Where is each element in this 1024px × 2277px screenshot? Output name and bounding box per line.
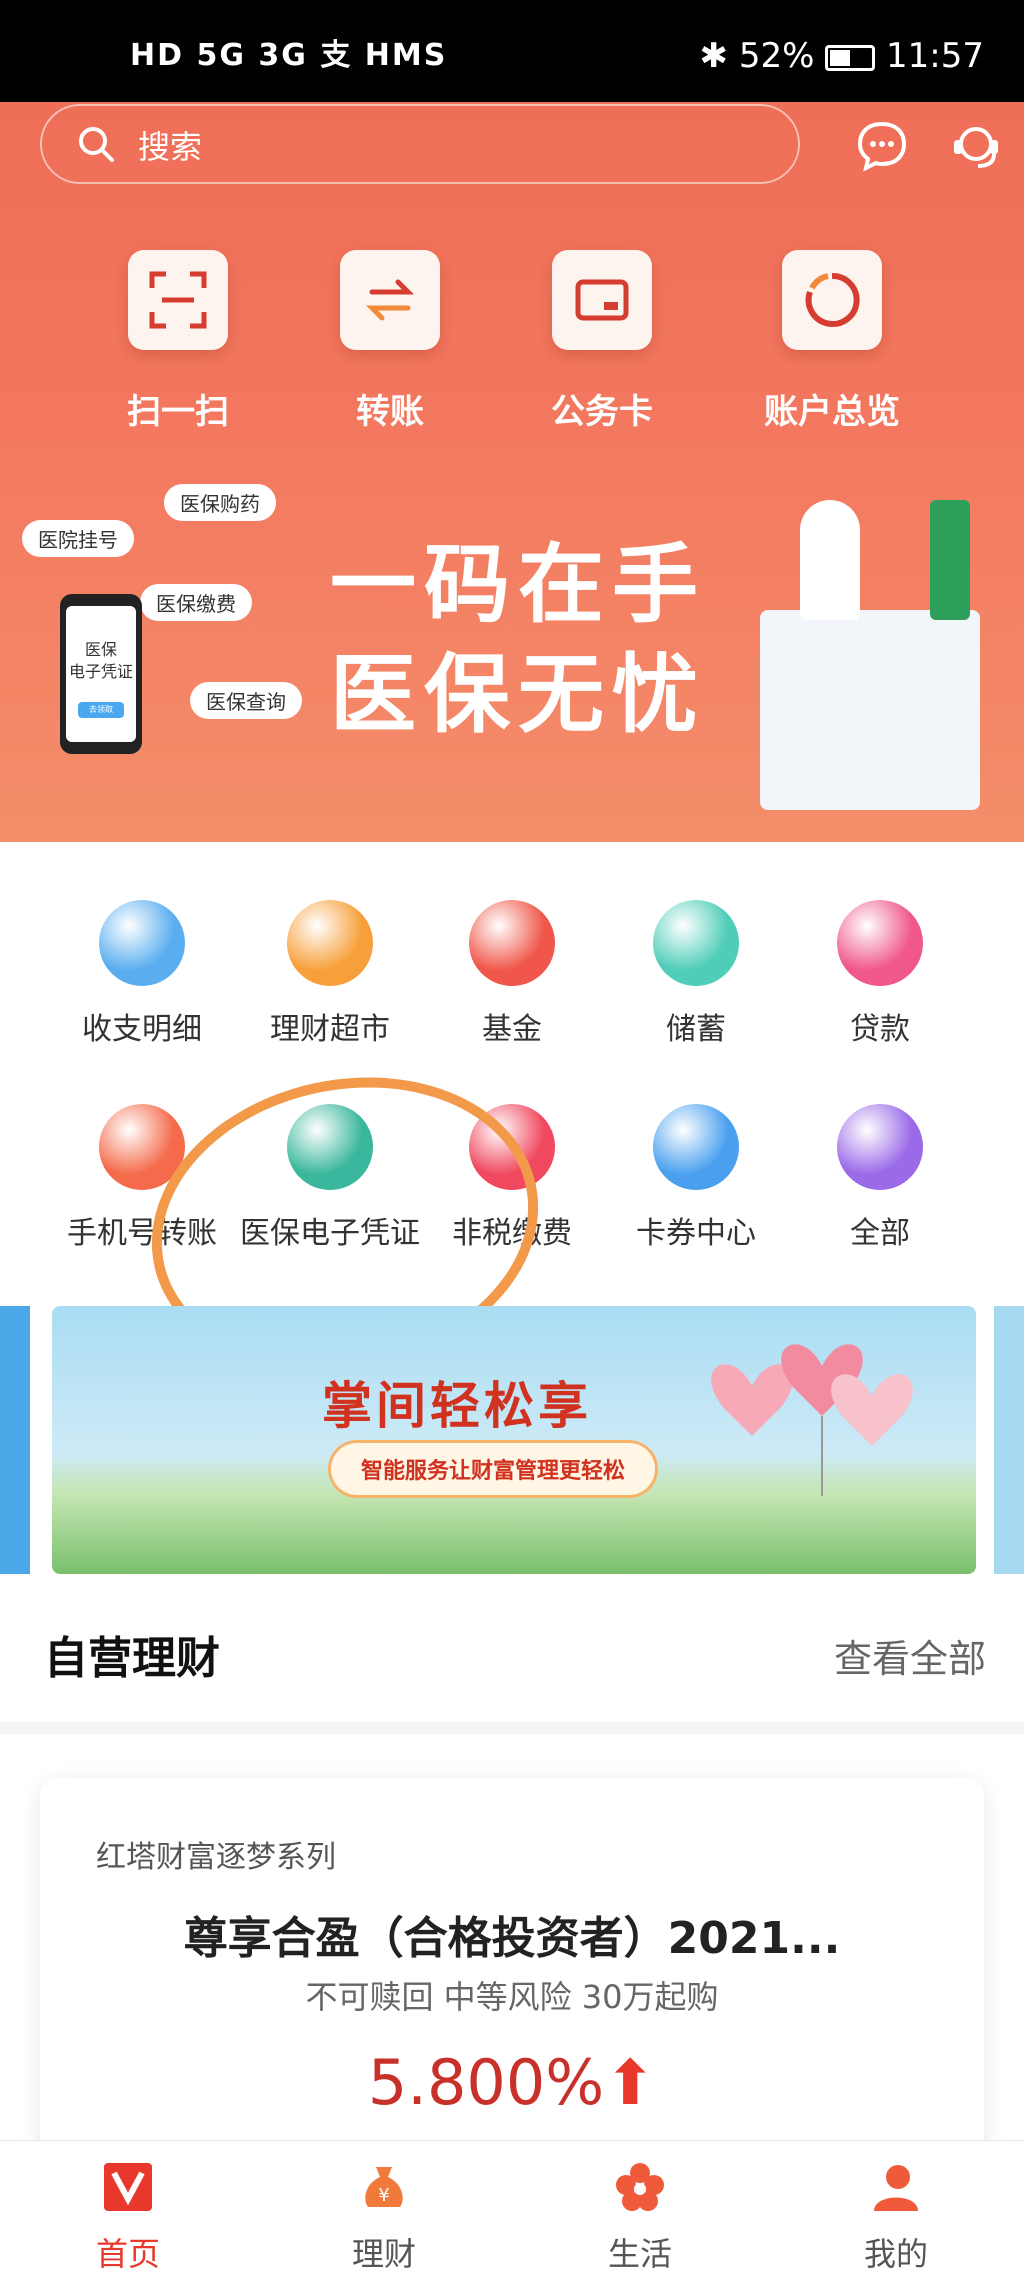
account-overview-button[interactable] <box>782 250 882 350</box>
service-label: 贷款 <box>850 1012 910 1047</box>
transfer-icon <box>365 279 415 321</box>
bluetooth-icon: ✱ <box>699 36 729 76</box>
scan-button[interactable] <box>128 250 228 350</box>
phone-button: 去领取 <box>78 702 124 718</box>
money-bag-icon: ¥ <box>365 2167 403 2207</box>
service-icon <box>469 900 555 986</box>
bubble-medicine-purchase: 医保购药 <box>164 484 276 521</box>
product-tags: 不可赎回 中等风险 30万起购 <box>305 1978 719 2016</box>
transfer-button[interactable] <box>340 250 440 350</box>
phone-text-2: 电子凭证 <box>68 662 133 681</box>
rate-value: 5.800% <box>367 2046 605 2119</box>
search-bar[interactable]: 搜索 <box>40 104 800 184</box>
up-arrow-icon: ⬆ <box>604 2046 657 2119</box>
promo-banner[interactable]: 掌间轻松享 智能服务让财富管理更轻松 <box>52 1306 976 1574</box>
service-icon <box>653 1104 739 1190</box>
nav-label-mine: 我的 <box>863 2235 928 2273</box>
overview-icon <box>805 272 860 327</box>
view-all-link[interactable]: 查看全部 <box>834 1628 986 1683</box>
service-item-0[interactable]: 收支明细 <box>42 900 242 1050</box>
service-item-1[interactable]: 理财超市 <box>230 900 430 1050</box>
phone-illustration: 医保 电子凭证 去领取 <box>60 594 142 754</box>
search-icon <box>79 127 114 162</box>
service-icon <box>837 1104 923 1190</box>
product-name: 尊享合盈（合格投资者）2021... <box>183 1913 841 1964</box>
product-rate: 5.800%⬆ <box>40 2046 984 2119</box>
service-icon <box>837 900 923 986</box>
service-icon <box>653 900 739 986</box>
service-item-4[interactable]: 贷款 <box>780 900 980 1050</box>
user-icon <box>874 2165 918 2211</box>
nav-label-life: 生活 <box>607 2235 672 2273</box>
bottom-nav: 首页 ¥ 理财 生活 我的 <box>0 2140 1024 2277</box>
service-item-3[interactable]: 储蓄 <box>596 900 796 1050</box>
phone-text: 医保 <box>84 640 117 659</box>
promo-title: 掌间轻松享 <box>322 1377 592 1435</box>
nav-label-home: 首页 <box>95 2235 160 2273</box>
service-label: 理财超市 <box>270 1012 390 1047</box>
nav-finance[interactable]: ¥ 理财 <box>256 2141 512 2277</box>
banner-headline: 一码在手 医保无忧 <box>330 530 706 750</box>
official-card-button[interactable] <box>552 250 652 350</box>
battery-icon <box>825 44 876 71</box>
section-divider <box>0 1722 1024 1734</box>
service-label: 卡券中心 <box>636 1216 756 1251</box>
product-card[interactable]: 红塔财富逐梦系列 尊享合盈（合格投资者）2021... 不可赎回 中等风险 30… <box>40 1778 984 2198</box>
person-figure <box>930 500 970 620</box>
message-icon[interactable] <box>854 118 910 174</box>
search-input[interactable]: 搜索 <box>138 122 202 168</box>
service-label: 全部 <box>850 1216 910 1251</box>
service-label: 基金 <box>482 1012 542 1047</box>
bubble-insurance-query: 医保查询 <box>190 682 302 719</box>
carousel-prev-peek[interactable] <box>0 1306 30 1574</box>
nav-life[interactable]: 生活 <box>512 2141 768 2277</box>
clock: 11:57 <box>886 36 984 76</box>
nav-label-finance: 理财 <box>351 2235 416 2273</box>
home-icon <box>104 2163 152 2211</box>
status-right: ✱ 52% 11:57 <box>700 36 985 76</box>
balloon-hearts-illustration <box>711 1344 913 1496</box>
nav-mine[interactable]: 我的 <box>768 2141 1024 2277</box>
customer-service-icon[interactable] <box>948 118 1004 174</box>
carousel-next-peek[interactable] <box>994 1306 1024 1574</box>
battery-percent: 52% <box>738 36 815 76</box>
service-item-9[interactable]: 全部 <box>780 1104 980 1254</box>
service-label: 收支明细 <box>82 1012 202 1047</box>
svg-text:¥: ¥ <box>378 2185 389 2206</box>
quick-label-overview: 账户总览 <box>764 392 900 432</box>
status-left: HD 5G 3G 支 HMS <box>130 38 448 73</box>
service-label: 储蓄 <box>666 1012 726 1047</box>
banner-line1: 一码在手 <box>330 535 706 635</box>
quick-label-transfer: 转账 <box>356 392 424 432</box>
quick-label-scan: 扫一扫 <box>127 392 229 432</box>
promo-subtitle: 智能服务让财富管理更轻松 <box>328 1440 659 1498</box>
nav-home[interactable]: 首页 <box>0 2141 256 2277</box>
status-bar: HD 5G 3G 支 HMS ✱ 52% 11:57 <box>0 0 1024 102</box>
scan-icon <box>149 271 207 329</box>
section-title: 自营理财 <box>44 1633 220 1684</box>
doctor-figure <box>800 500 860 620</box>
service-icon <box>287 900 373 986</box>
product-series: 红塔财富逐梦系列 <box>96 1840 336 1875</box>
bubble-insurance-payment: 医保缴费 <box>140 584 252 621</box>
service-icon <box>99 900 185 986</box>
card-icon <box>575 279 629 321</box>
illustration-panel <box>760 610 980 810</box>
quick-label-card: 公务卡 <box>551 392 653 432</box>
service-item-8[interactable]: 卡券中心 <box>596 1104 796 1254</box>
bubble-hospital-registration: 医院挂号 <box>22 520 134 557</box>
flower-icon <box>616 2163 664 2211</box>
banner-line2: 医保无忧 <box>330 645 706 745</box>
service-item-2[interactable]: 基金 <box>412 900 612 1050</box>
